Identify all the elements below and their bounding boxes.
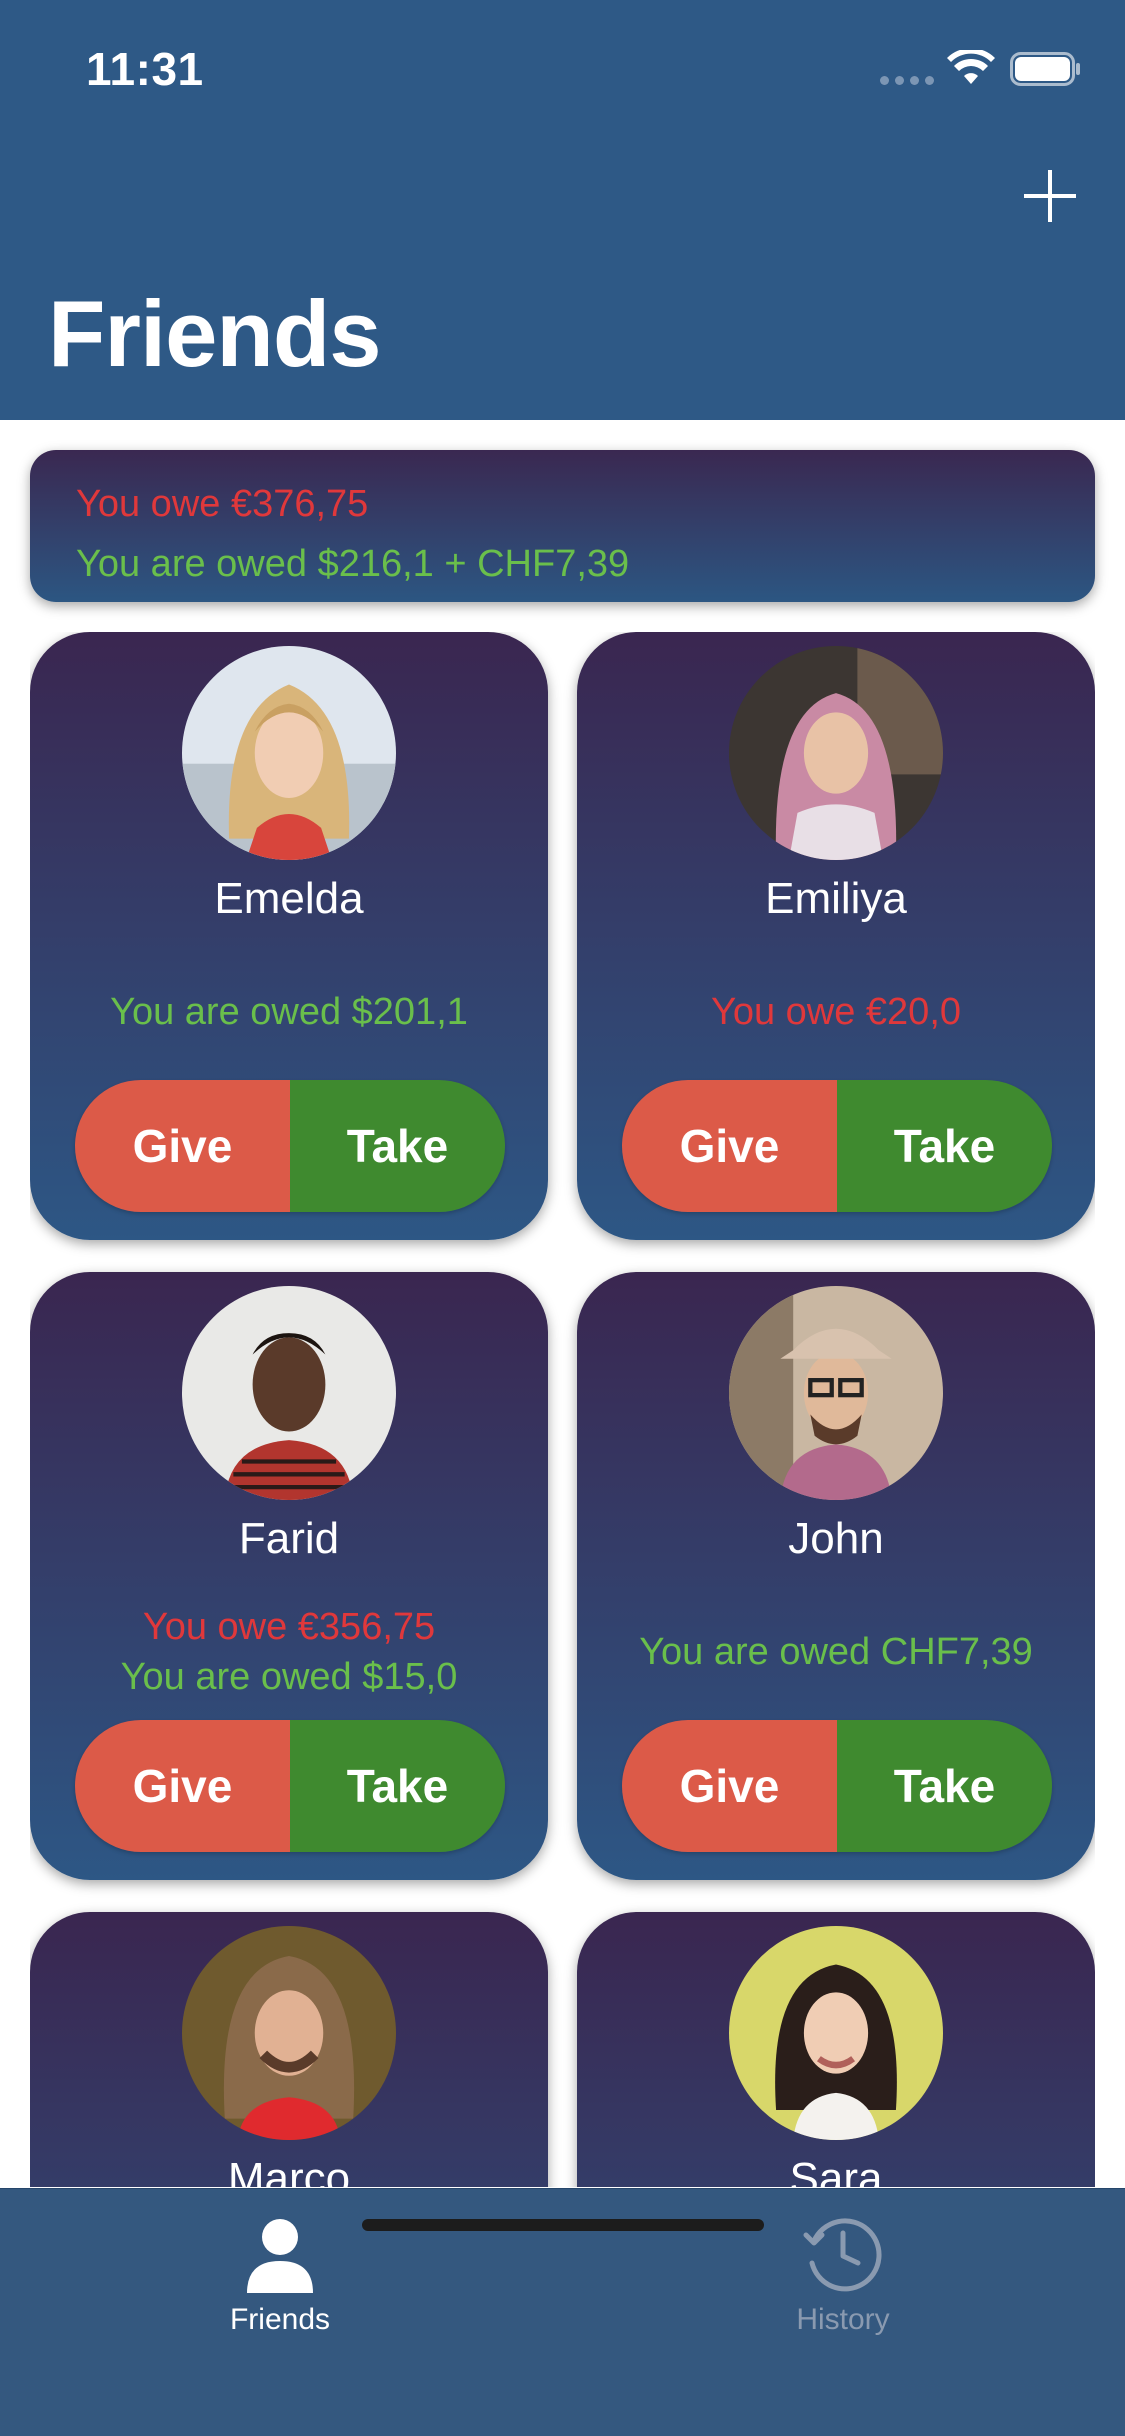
balance-owed-text: You are owed CHF7,39 [639,1631,1033,1673]
friend-name: Farid [238,1514,340,1563]
take-button[interactable]: Take [837,1720,1052,1852]
tab-bar: Friends History [0,2188,1125,2436]
friend-balances: You owe €356,75 You are owed $15,0 [30,1572,548,1732]
status-time: 11:31 [86,43,204,95]
friend-card[interactable]: John You are owed CHF7,39 Give Take [577,1272,1095,1880]
friend-name: Emelda [214,874,364,923]
tab-history[interactable]: History [733,2211,953,2351]
avatar [182,646,396,860]
friend-name: John [788,1514,884,1563]
signal-dots-icon [880,76,934,85]
take-button[interactable]: Take [290,1080,505,1212]
tab-friends[interactable]: Friends [170,2211,390,2351]
friend-card[interactable]: Emiliya You owe €20,0 Give Take [577,632,1095,1240]
give-button[interactable]: Give [75,1720,290,1852]
give-button[interactable]: Give [622,1720,837,1852]
give-take-segmented-control: Give Take [75,1720,505,1852]
take-button[interactable]: Take [837,1080,1052,1212]
friend-name: Sara [789,2154,883,2187]
summary-owed-text: You are owed $216,1 + CHF7,39 [76,543,630,585]
balance-owe-text: You owe €356,75 [142,1606,436,1648]
friend-balances: You are owed $201,1 [30,932,548,1092]
give-take-segmented-control: Give Take [622,1080,1052,1212]
avatar [729,1926,943,2140]
friend-card[interactable]: Farid You owe €356,75 You are owed $15,0… [30,1272,548,1880]
add-friend-button[interactable] [1022,168,1078,224]
summary-owe-text: You owe €376,75 [76,483,369,525]
friend-balances: You owe €20,0 [577,932,1095,1092]
tab-label: History [796,2303,890,2336]
friend-balances: You are owed CHF7,39 [577,1572,1095,1732]
history-clock-icon [803,2218,882,2292]
avatar [182,1286,396,1500]
navigation-header: 11:31 Friends [0,0,1125,420]
give-button[interactable]: Give [622,1080,837,1212]
give-take-segmented-control: Give Take [622,1720,1052,1852]
balance-owed-text: You are owed $201,1 [110,991,468,1033]
page-title: Friends [48,281,382,386]
avatar [729,1286,943,1500]
balance-summary-card: You owe €376,75 You are owed $216,1 + CH… [30,450,1095,602]
give-take-segmented-control: Give Take [75,1080,505,1212]
person-icon [247,2219,313,2293]
friend-card[interactable]: Sara [577,1912,1095,2187]
wifi-icon [947,50,995,84]
battery-icon [1010,52,1080,86]
avatar [729,646,943,860]
home-indicator [362,2219,764,2231]
friends-grid: Emelda You are owed $201,1 Give Take Emi… [30,632,1095,2187]
take-button[interactable]: Take [290,1720,505,1852]
friend-name: Emiliya [765,874,907,923]
balance-owed-text: You are owed $15,0 [120,1656,458,1698]
tab-label: Friends [229,2303,331,2336]
give-button[interactable]: Give [75,1080,290,1212]
friend-card[interactable]: Emelda You are owed $201,1 Give Take [30,632,548,1240]
balance-owe-text: You owe €20,0 [710,991,962,1033]
avatar [182,1926,396,2140]
friend-name: Marco [227,2154,351,2187]
friend-card[interactable]: Marco [30,1912,548,2187]
